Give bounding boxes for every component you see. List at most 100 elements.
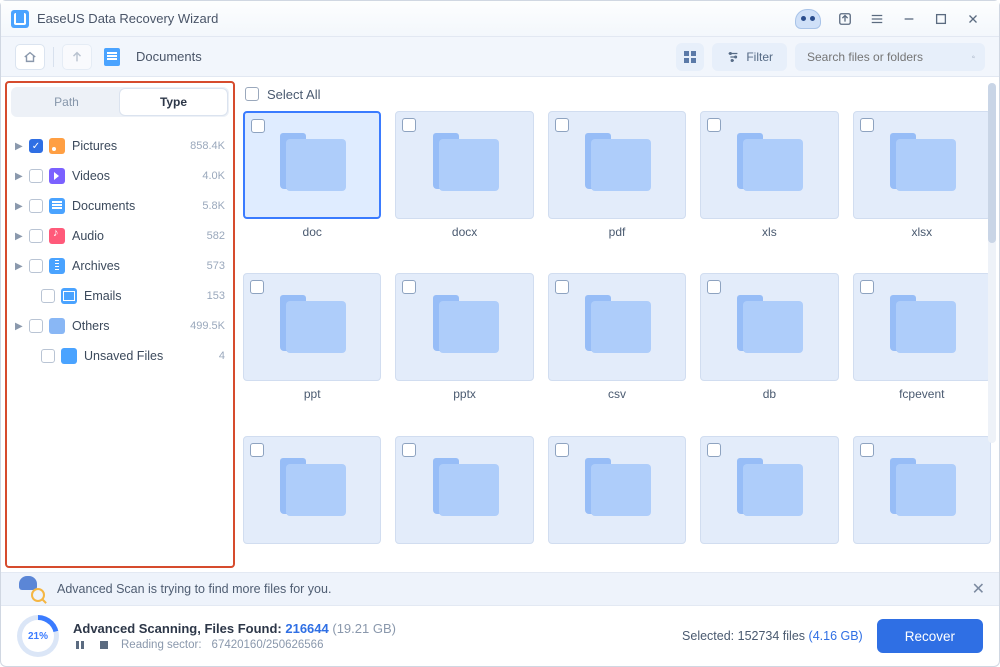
menu-button[interactable] [861, 6, 893, 32]
tab-type[interactable]: Type [120, 89, 227, 115]
scrollbar-thumb[interactable] [988, 83, 996, 243]
category-label: Archives [72, 259, 120, 273]
tile-checkbox[interactable] [402, 118, 416, 132]
folder-card[interactable] [700, 436, 838, 562]
folder-card-pdf[interactable]: pdf [548, 111, 686, 257]
category-label: Unsaved Files [84, 349, 163, 363]
tile-checkbox[interactable] [707, 118, 721, 132]
folder-card-ppt[interactable]: ppt [243, 273, 381, 419]
tab-path[interactable]: Path [13, 89, 120, 115]
folder-card[interactable] [548, 436, 686, 562]
folder-tile[interactable] [700, 273, 838, 381]
select-all-checkbox[interactable] [245, 87, 259, 101]
filter-label: Filter [746, 50, 773, 64]
tile-checkbox[interactable] [555, 280, 569, 294]
folder-tile[interactable] [548, 273, 686, 381]
folder-card-fcpevent[interactable]: fcpevent [853, 273, 991, 419]
folder-card[interactable] [395, 436, 533, 562]
chevron-right-icon: ▶ [15, 201, 27, 212]
folder-tile[interactable] [395, 273, 533, 381]
folder-card-csv[interactable]: csv [548, 273, 686, 419]
folder-tile[interactable] [243, 436, 381, 544]
sector-label: Reading sector: [121, 639, 202, 651]
folder-tile[interactable] [700, 111, 838, 219]
tile-checkbox[interactable] [251, 119, 265, 133]
folder-card-db[interactable]: db [700, 273, 838, 419]
sidebar-item-others[interactable]: ▶Others499.5K [11, 311, 229, 341]
folder-tile[interactable] [243, 273, 381, 381]
tile-checkbox[interactable] [402, 280, 416, 294]
folder-icon [433, 466, 497, 514]
folder-card[interactable] [853, 436, 991, 562]
tile-checkbox[interactable] [707, 280, 721, 294]
tile-checkbox[interactable] [555, 443, 569, 457]
folder-tile[interactable] [243, 111, 381, 219]
sidebar-item-emails[interactable]: ▶Emails153 [11, 281, 229, 311]
sidebar-item-documents[interactable]: ▶Documents5.8K [11, 191, 229, 221]
category-checkbox[interactable] [29, 259, 43, 273]
folder-tile[interactable] [853, 273, 991, 381]
breadcrumb-label: Documents [136, 49, 202, 64]
folder-tile[interactable] [548, 436, 686, 544]
folder-card-xlsx[interactable]: xlsx [853, 111, 991, 257]
sidebar-item-pictures[interactable]: ▶Pictures858.4K [11, 131, 229, 161]
folder-tile[interactable] [395, 111, 533, 219]
tile-checkbox[interactable] [250, 280, 264, 294]
sidebar-item-videos[interactable]: ▶Videos4.0K [11, 161, 229, 191]
view-grid-button[interactable] [676, 43, 704, 71]
banner-close-icon[interactable]: ✕ [972, 579, 985, 599]
maximize-button[interactable] [925, 6, 957, 32]
category-label: Emails [84, 289, 122, 303]
sidebar-item-audio[interactable]: ▶Audio582 [11, 221, 229, 251]
category-label: Videos [72, 169, 110, 183]
filter-button[interactable]: Filter [712, 43, 787, 71]
category-icon [49, 198, 65, 214]
category-count: 5.8K [202, 200, 225, 212]
tile-checkbox[interactable] [250, 443, 264, 457]
tile-checkbox[interactable] [860, 118, 874, 132]
category-checkbox[interactable] [29, 199, 43, 213]
tile-checkbox[interactable] [860, 443, 874, 457]
up-button[interactable] [62, 44, 92, 70]
category-checkbox[interactable] [29, 169, 43, 183]
pause-button[interactable] [73, 638, 87, 652]
tile-checkbox[interactable] [707, 443, 721, 457]
folder-card-doc[interactable]: doc [243, 111, 381, 257]
category-checkbox[interactable] [41, 349, 55, 363]
scan-status: Advanced Scanning, Files Found: 216644 (… [73, 621, 396, 636]
recover-button[interactable]: Recover [877, 619, 983, 653]
category-tree: ▶Pictures858.4K▶Videos4.0K▶Documents5.8K… [11, 131, 229, 371]
folder-card-pptx[interactable]: pptx [395, 273, 533, 419]
category-label: Pictures [72, 139, 117, 153]
category-checkbox[interactable] [29, 319, 43, 333]
folder-tile[interactable] [548, 111, 686, 219]
tile-checkbox[interactable] [555, 118, 569, 132]
tile-checkbox[interactable] [402, 443, 416, 457]
folder-tile[interactable] [395, 436, 533, 544]
folder-tile[interactable] [853, 111, 991, 219]
tile-checkbox[interactable] [860, 280, 874, 294]
folder-card[interactable] [243, 436, 381, 562]
folder-icon [280, 141, 344, 189]
chevron-right-icon: ▶ [15, 321, 27, 332]
share-button[interactable] [829, 6, 861, 32]
close-button[interactable] [957, 6, 989, 32]
folder-tile[interactable] [853, 436, 991, 544]
category-checkbox[interactable] [29, 229, 43, 243]
folder-card-xls[interactable]: xls [700, 111, 838, 257]
folder-card-docx[interactable]: docx [395, 111, 533, 257]
sidebar-item-unsaved-files[interactable]: ▶Unsaved Files4 [11, 341, 229, 371]
category-checkbox[interactable] [41, 289, 55, 303]
stop-button[interactable] [97, 638, 111, 652]
sidebar-item-archives[interactable]: ▶Archives573 [11, 251, 229, 281]
category-checkbox[interactable] [29, 139, 43, 153]
minimize-button[interactable] [893, 6, 925, 32]
folder-tile[interactable] [700, 436, 838, 544]
assistant-icon[interactable] [795, 9, 821, 29]
home-button[interactable] [15, 44, 45, 70]
search-field[interactable] [795, 43, 985, 71]
scrollbar[interactable] [988, 83, 996, 443]
titlebar: EaseUS Data Recovery Wizard [1, 1, 999, 37]
search-input[interactable] [805, 49, 964, 65]
select-all-row[interactable]: Select All [235, 77, 999, 111]
